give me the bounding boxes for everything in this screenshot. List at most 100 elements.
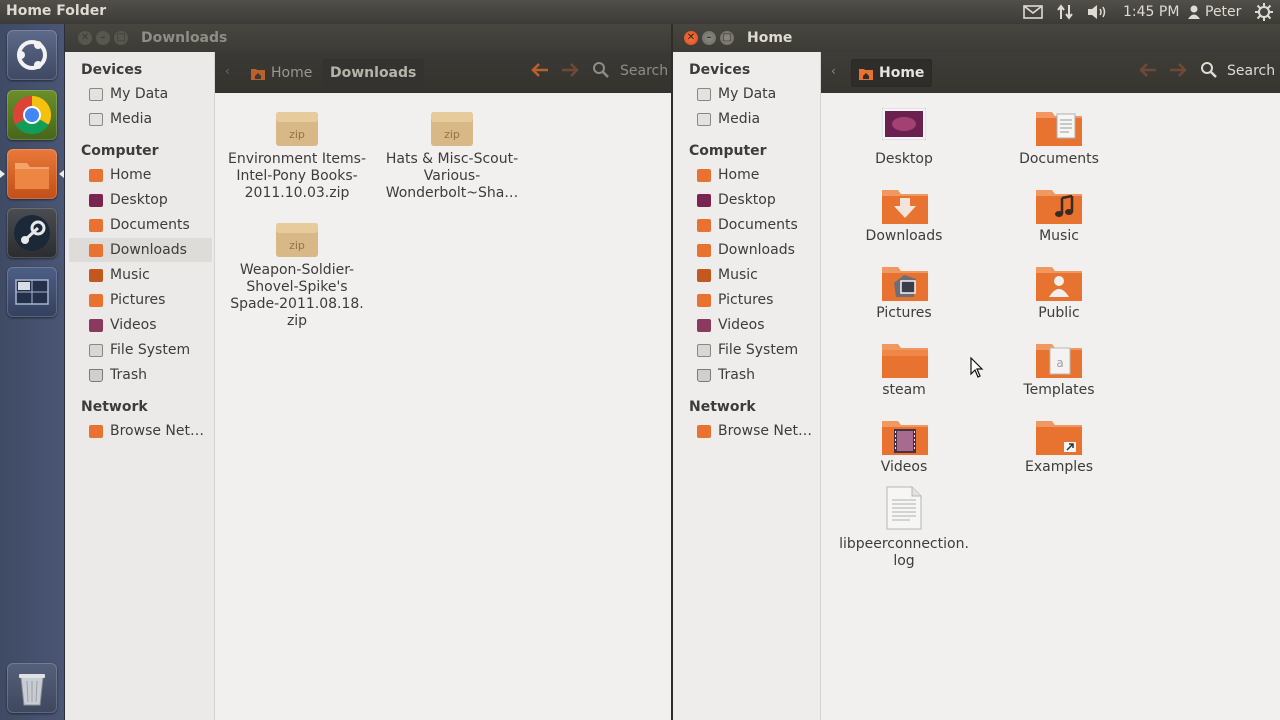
- drive-icon: [697, 112, 711, 126]
- sidebar-item-home[interactable]: Home: [677, 163, 818, 187]
- pictures-folder-icon: [697, 293, 711, 307]
- folder-label[interactable]: Examples: [984, 459, 1134, 476]
- templates-folder-icon[interactable]: a: [1036, 340, 1082, 382]
- videos-folder-icon[interactable]: [882, 417, 928, 459]
- steam-icon[interactable]: [7, 208, 57, 258]
- user-name[interactable]: Peter: [1205, 3, 1241, 21]
- forward-arrow-icon[interactable]: [561, 62, 579, 82]
- sidebar-item-browse-network[interactable]: Browse Net…: [677, 419, 818, 443]
- sidebar-item-media[interactable]: Media: [69, 107, 212, 131]
- sidebar-item-home[interactable]: Home: [69, 163, 212, 187]
- music-folder-icon[interactable]: [1036, 186, 1082, 228]
- settings-gear-icon[interactable]: [1255, 3, 1273, 21]
- file-label[interactable]: libpeerconnection. log: [829, 536, 979, 570]
- desktop-folder-icon[interactable]: [881, 107, 927, 144]
- breadcrumb-scroll-left-icon[interactable]: ‹: [225, 64, 230, 78]
- breadcrumb-home[interactable]: Home: [243, 59, 320, 87]
- trash-icon[interactable]: [7, 663, 57, 713]
- folder-label[interactable]: Pictures: [829, 305, 979, 322]
- documents-folder-icon[interactable]: [1036, 108, 1082, 150]
- sidebar-item-documents[interactable]: Documents: [677, 213, 818, 237]
- folder-label[interactable]: Templates: [984, 382, 1134, 399]
- sidebar-item-file-system[interactable]: File System: [69, 338, 212, 362]
- clock[interactable]: 1:45 PM: [1123, 3, 1179, 21]
- folder-label[interactable]: Documents: [984, 151, 1134, 168]
- files-icon[interactable]: [7, 149, 57, 199]
- sidebar-item-documents[interactable]: Documents: [69, 213, 212, 237]
- examples-folder-icon[interactable]: [1036, 417, 1082, 459]
- sidebar-item-trash[interactable]: Trash: [677, 363, 818, 387]
- mail-icon[interactable]: [1023, 3, 1043, 21]
- forward-arrow-icon[interactable]: [1169, 62, 1187, 82]
- file-system-icon: [697, 343, 711, 357]
- sidebar-header-devices: Devices: [689, 62, 751, 78]
- search-icon[interactable]: [1201, 62, 1217, 82]
- zip-archive-icon[interactable]: zip: [275, 108, 319, 152]
- downloads-folder-icon: [697, 243, 711, 257]
- downloads-window-titlebar[interactable]: ✕ – □ Downloads: [65, 24, 671, 52]
- trash-icon: [697, 368, 711, 382]
- file-label[interactable]: Hats & Misc-Scout- Various- Wonderbolt~Sha…: [377, 151, 527, 202]
- maximize-button[interactable]: □: [114, 31, 128, 45]
- close-button[interactable]: ✕: [78, 31, 92, 45]
- network-folder-icon: [89, 424, 103, 438]
- music-folder-icon: [697, 268, 711, 282]
- sidebar-item-desktop[interactable]: Desktop: [677, 188, 818, 212]
- file-label[interactable]: Environment Items- Intel-Pony Books- 2011.…: [222, 151, 372, 202]
- minimize-button[interactable]: –: [702, 31, 716, 45]
- file-view: zip Environment Items- Intel-Pony Books- 2…: [215, 93, 671, 720]
- back-arrow-icon[interactable]: [531, 62, 549, 82]
- sidebar-item-music[interactable]: Music: [69, 263, 212, 287]
- user-icon[interactable]: [1188, 3, 1200, 21]
- search-icon[interactable]: [593, 62, 609, 82]
- back-arrow-icon[interactable]: [1139, 62, 1157, 82]
- sidebar-item-my-data[interactable]: My Data: [69, 82, 212, 106]
- pictures-folder-icon[interactable]: [882, 263, 928, 305]
- downloads-folder-icon[interactable]: [882, 186, 928, 228]
- folder-label[interactable]: steam: [829, 382, 979, 399]
- sidebar-item-trash[interactable]: Trash: [69, 363, 212, 387]
- breadcrumb-home[interactable]: Home: [851, 59, 933, 87]
- workspace-switcher-icon[interactable]: [7, 267, 57, 317]
- focus-indicator: [59, 170, 64, 178]
- documents-folder-icon: [697, 218, 711, 232]
- volume-icon[interactable]: [1087, 3, 1109, 21]
- sidebar-item-browse-network[interactable]: Browse Net…: [69, 419, 212, 443]
- sidebar-item-music[interactable]: Music: [677, 263, 818, 287]
- zip-archive-icon[interactable]: zip: [430, 108, 474, 152]
- ubuntu-dash-icon[interactable]: [7, 30, 57, 80]
- search-label[interactable]: Search: [620, 63, 668, 79]
- text-file-icon[interactable]: [886, 486, 922, 534]
- search-label[interactable]: Search: [1227, 63, 1275, 79]
- home-window-titlebar[interactable]: ✕ – □ Home: [673, 24, 1280, 52]
- home-folder-icon: [89, 168, 103, 182]
- breadcrumb-downloads[interactable]: Downloads: [322, 59, 425, 87]
- desktop-icon: [697, 193, 711, 207]
- sidebar-item-pictures[interactable]: Pictures: [677, 288, 818, 312]
- sidebar-item-media[interactable]: Media: [677, 107, 818, 131]
- sidebar-item-videos[interactable]: Videos: [677, 313, 818, 337]
- maximize-button[interactable]: □: [720, 31, 734, 45]
- sidebar-item-pictures[interactable]: Pictures: [69, 288, 212, 312]
- sidebar-item-file-system[interactable]: File System: [677, 338, 818, 362]
- sidebar-item-downloads[interactable]: Downloads: [677, 238, 818, 262]
- file-label[interactable]: Weapon-Soldier- Shovel-Spike's Spade-2011.…: [222, 262, 372, 330]
- sidebar-item-desktop[interactable]: Desktop: [69, 188, 212, 212]
- minimize-button[interactable]: –: [96, 31, 110, 45]
- drive-icon: [697, 87, 711, 101]
- zip-archive-icon[interactable]: zip: [275, 219, 319, 263]
- folder-label[interactable]: Public: [984, 305, 1134, 322]
- breadcrumb-scroll-left-icon[interactable]: ‹: [831, 64, 836, 78]
- public-folder-icon[interactable]: [1036, 263, 1082, 305]
- folder-icon[interactable]: [882, 340, 928, 382]
- network-icon[interactable]: [1057, 3, 1073, 21]
- sidebar-item-videos[interactable]: Videos: [69, 313, 212, 337]
- folder-label[interactable]: Desktop: [829, 151, 979, 168]
- chrome-icon[interactable]: [7, 90, 57, 140]
- sidebar-item-downloads[interactable]: Downloads: [69, 238, 212, 262]
- folder-label[interactable]: Videos: [829, 459, 979, 476]
- folder-label[interactable]: Downloads: [829, 228, 979, 245]
- close-button[interactable]: ✕: [684, 31, 698, 45]
- sidebar-item-my-data[interactable]: My Data: [677, 82, 818, 106]
- folder-label[interactable]: Music: [984, 228, 1134, 245]
